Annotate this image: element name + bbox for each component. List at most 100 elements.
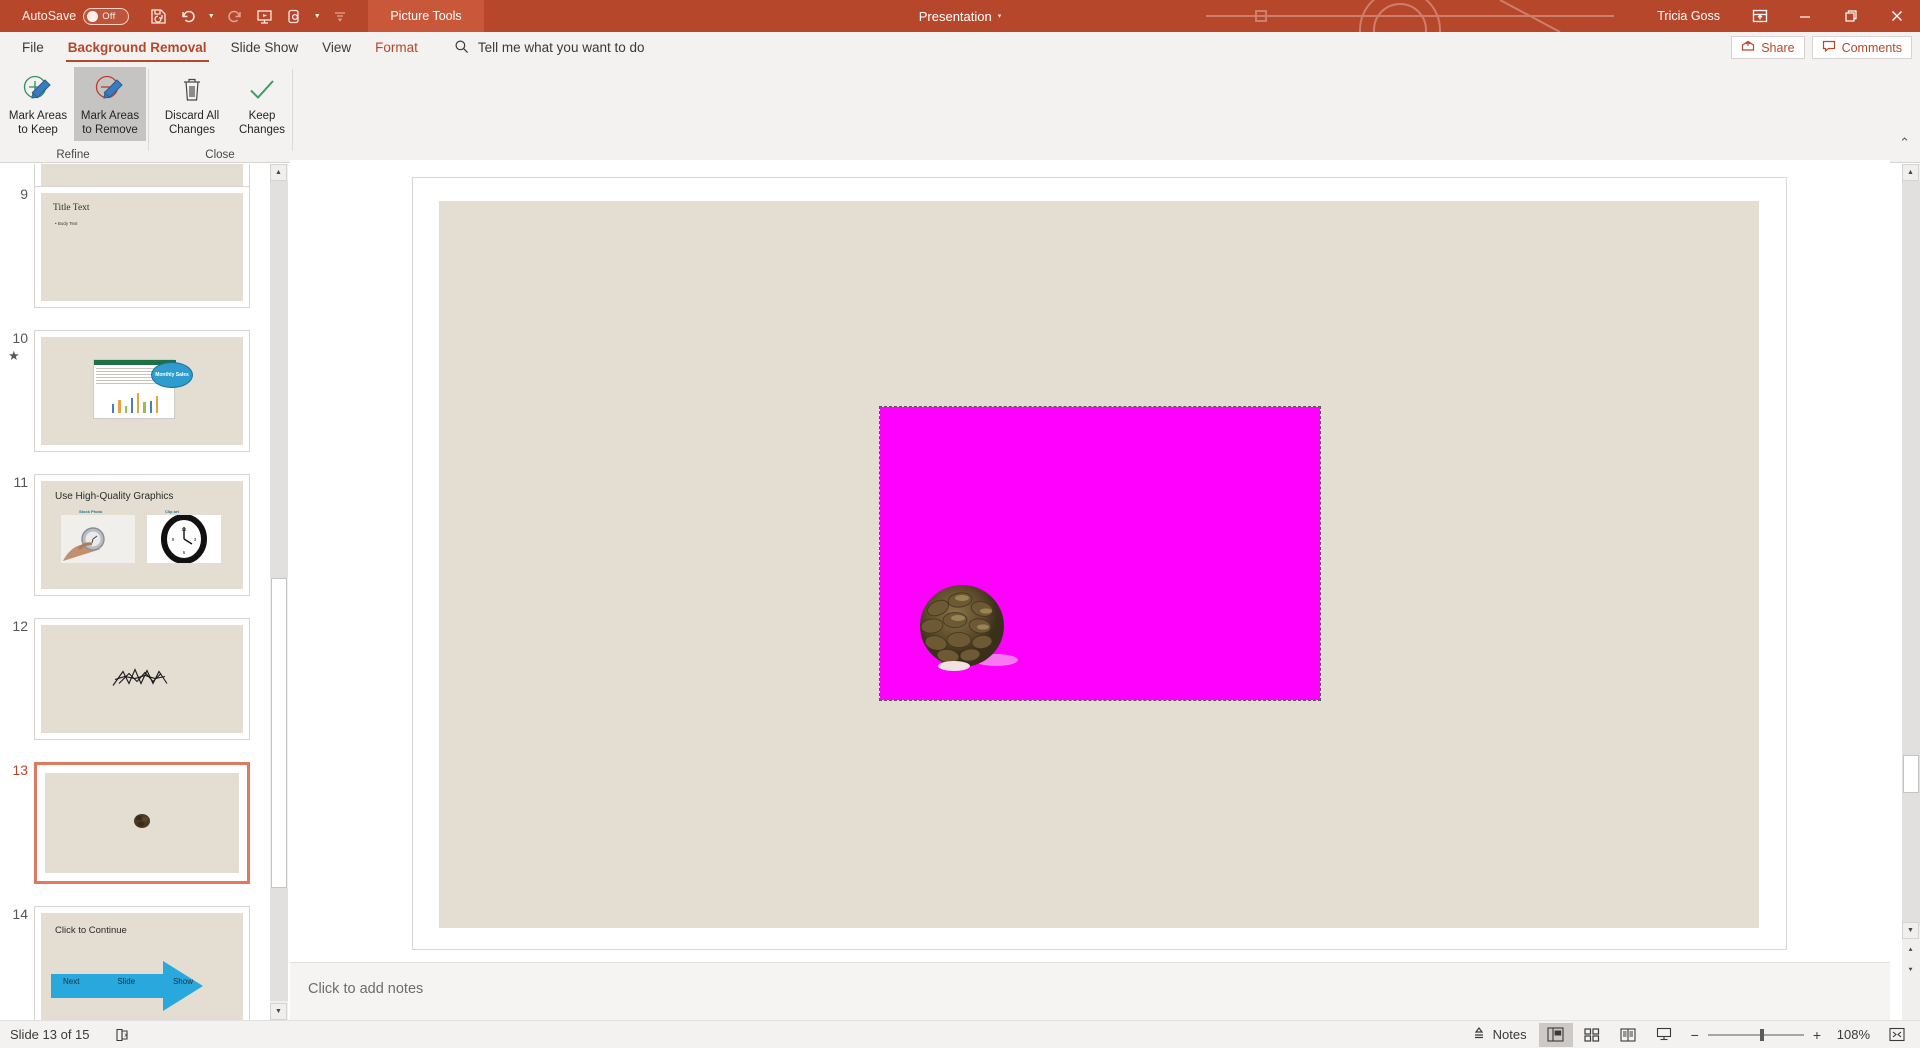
slide-thumbnail-pane[interactable]: 9 Title Text • Body Text 10 ★ Monthly Sa… [0,164,270,1020]
normal-view-icon[interactable] [1538,1022,1573,1047]
thumb-word-art [109,664,175,695]
redo-icon[interactable] [221,4,247,28]
thumb-arrow-shape [51,961,211,1011]
slide-canvas[interactable] [412,177,1787,950]
ribbon-body: Mark Areas to Keep Mark Areas to Remove … [0,63,1920,163]
notes-pane[interactable]: Click to add notes [290,962,1890,1020]
autosave-toggle[interactable]: Off [83,7,130,25]
mark-areas-to-keep-button[interactable]: Mark Areas to Keep [2,67,74,141]
thumbnail-scrollbar-fill-lower[interactable] [270,888,288,1001]
ribbon-display-options-icon[interactable] [1738,0,1782,32]
collapse-ribbon-icon[interactable]: ⌃ [1899,135,1910,151]
slide-sorter-view-icon[interactable] [1575,1023,1609,1047]
ribbon-tab-row-right: Share Comments [1731,32,1912,63]
tab-file-label: File [22,40,44,55]
next-slide-button[interactable]: ⯆ [1902,962,1919,979]
title-bar-decoration [1200,0,1620,32]
quick-access-toolbar[interactable]: ▼ ▼ [145,4,353,28]
notes-placeholder[interactable]: Click to add notes [308,981,423,997]
keep-changes-label: Keep Changes [239,109,285,137]
thumbnail-frame-current[interactable] [34,762,250,884]
discard-line2: Changes [168,124,216,136]
previous-slide-button[interactable]: ⯅ [1902,942,1919,959]
minimize-icon[interactable] [1782,0,1828,32]
thumb-arrow-words: Next Slide Show [63,977,193,986]
thumbnail-scroll-down-button[interactable]: ▼ [270,1003,287,1020]
thumbnail-scrollbar-fill[interactable] [270,181,288,578]
touch-mode-icon[interactable] [281,4,307,28]
thumbnail-number: 9 [20,186,28,202]
reading-view-icon[interactable] [1611,1023,1645,1047]
discard-all-changes-label: Discard All Changes [165,109,219,137]
tab-background-removal[interactable]: Background Removal [56,32,219,63]
tab-file[interactable]: File [10,32,56,63]
slide-scroll-down-button[interactable]: ▼ [1902,922,1919,939]
tab-slide-show[interactable]: Slide Show [219,32,311,63]
zoom-slider[interactable] [1707,1028,1804,1041]
zoom-level-label[interactable]: 108% [1830,1027,1870,1042]
thumbnail-scrollbar-thumb[interactable] [271,578,287,888]
undo-icon[interactable] [175,4,201,28]
customize-quick-access-toolbar-icon[interactable] [327,4,353,28]
thumb-word-next: Next [63,977,80,986]
mark-areas-to-keep-icon [21,73,55,107]
mark-areas-to-remove-icon [93,73,127,107]
discard-all-changes-button[interactable]: Discard All Changes [156,67,228,141]
slide-show-view-icon[interactable] [1647,1023,1681,1047]
mark-areas-to-remove-button[interactable]: Mark Areas to Remove [74,67,146,141]
document-title-dropdown-icon[interactable]: ▾ [998,12,1002,20]
slide-scrollbar-fill[interactable] [1902,181,1920,926]
thumbnail-frame[interactable] [34,618,250,740]
tab-format[interactable]: Format [363,32,430,63]
zoom-slider-handle[interactable] [1759,1028,1764,1041]
thumbnail-frame[interactable]: Title Text • Body Text [34,186,250,308]
save-icon[interactable] [145,4,171,28]
comments-button[interactable]: Comments [1811,36,1912,59]
ribbon-group-close-label: Close [205,149,235,161]
svg-text:12: 12 [182,527,187,532]
thumb-slide-title: Click to Continue [55,925,127,936]
slide-editor-area[interactable] [290,164,1890,962]
restore-icon[interactable] [1828,0,1874,32]
slide-count-indicator[interactable]: Slide 13 of 15 [10,1027,90,1042]
ribbon-group-refine: Mark Areas to Keep Mark Areas to Remove … [0,63,146,163]
tab-background-removal-label: Background Removal [67,40,207,55]
autosave-control[interactable]: AutoSave Off [22,7,130,25]
picture-selection-overlay[interactable] [879,406,1321,701]
svg-text:x: x [124,1033,127,1039]
slide-scroll-up-button[interactable]: ▲ [1902,164,1919,181]
undo-dropdown-icon[interactable]: ▼ [205,4,217,28]
fit-slide-to-window-icon[interactable] [1880,1023,1914,1047]
thumbnail-content: Title Text • Body Text [41,193,243,301]
thumbnail-scroll-up-button[interactable]: ▲ [270,164,287,181]
zoom-in-button[interactable]: + [1813,1027,1821,1043]
thumb-word-slide: Slide [117,977,136,986]
zoom-control[interactable]: − + 108% [1691,1027,1870,1043]
tab-view-label: View [322,40,352,55]
thumbnail-frame[interactable]: Click to Continue Next Slide Show [34,906,250,1020]
accessibility-checker-icon[interactable]: x [114,1027,130,1043]
keep-changes-icon [247,73,277,107]
pinecone-image[interactable] [910,578,1018,678]
slide-scrollbar-thumb[interactable] [1903,755,1919,793]
share-button[interactable]: Share [1731,36,1805,59]
keep-line2: to Keep [18,124,58,136]
thumb-slide-title: Use High-Quality Graphics [55,491,174,502]
start-presentation-icon[interactable] [251,4,277,28]
thumbnail-frame[interactable]: Use High-Quality Graphics Stock Photo Cl… [34,474,250,596]
thumbnail-frame[interactable]: Monthly Sales [34,330,250,452]
slide-background [439,201,1759,928]
keepch-line2: Changes [238,124,286,136]
thumb-label-clip-art: Clip art [165,509,179,514]
tell-me-search[interactable]: Tell me what you want to do [454,39,645,57]
touch-mode-dropdown-icon[interactable]: ▼ [311,4,323,28]
tab-view[interactable]: View [310,32,363,63]
mark-areas-to-keep-label: Mark Areas to Keep [9,109,67,137]
thumbnail-number: 10 [12,330,28,346]
notes-toggle-button[interactable]: Notes [1462,1023,1537,1047]
keep-changes-button[interactable]: Keep Changes [226,67,298,141]
thumbnail-number: 14 [12,906,28,922]
user-account-name[interactable]: Tricia Goss [1657,9,1720,23]
zoom-out-button[interactable]: − [1691,1027,1699,1043]
close-icon[interactable] [1874,0,1920,32]
